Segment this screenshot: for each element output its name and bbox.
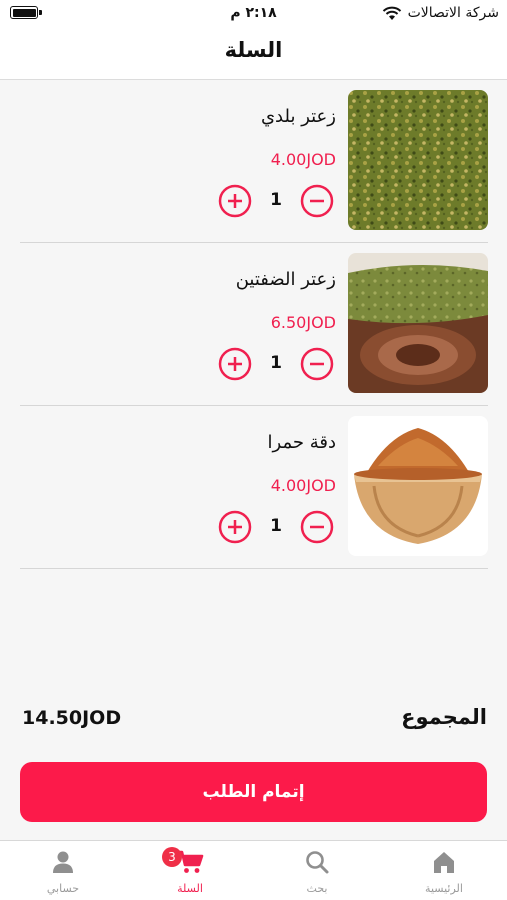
tab-label: السلة (177, 882, 203, 895)
product-image[interactable] (348, 416, 488, 556)
carrier-name: شركة الاتصالات (407, 5, 499, 21)
checkout-button[interactable]: إتمام الطلب (20, 762, 487, 822)
cart-count-badge: 3 (162, 847, 182, 867)
decrease-quantity-button[interactable] (300, 184, 334, 218)
tab-label: الرئيسية (425, 882, 463, 895)
plus-icon (218, 510, 252, 544)
quantity-value: 1 (270, 353, 282, 373)
user-icon (0, 849, 126, 875)
product-image[interactable] (348, 90, 488, 230)
increase-quantity-button[interactable] (218, 347, 252, 381)
page-header: السلة (0, 30, 507, 80)
tab-cart[interactable]: 3 السلة (127, 841, 253, 900)
search-icon (254, 849, 380, 875)
tab-account[interactable]: حسابي (0, 841, 126, 900)
minus-icon (300, 347, 334, 381)
tab-label: حسابي (46, 882, 80, 895)
total-value: 14.50JOD (22, 707, 122, 729)
plus-icon (218, 184, 252, 218)
item-price: 6.50JOD (270, 313, 336, 332)
item-name: دقة حمرا (267, 432, 336, 453)
item-name: زعتر بلدي (260, 106, 336, 127)
item-name: زعتر الضفتين (235, 269, 336, 290)
increase-quantity-button[interactable] (218, 184, 252, 218)
decrease-quantity-button[interactable] (300, 510, 334, 544)
quantity-stepper: 1 (218, 184, 334, 218)
total-label: المجموع (401, 705, 487, 729)
tab-home[interactable]: الرئيسية (381, 841, 507, 900)
cart-list: زعتر بلدي 4.00JOD 1 زعتر الضفتين 6.50JOD… (20, 80, 488, 569)
page-title: السلة (224, 38, 283, 62)
product-image[interactable] (348, 253, 488, 393)
cart-icon (127, 849, 253, 875)
quantity-stepper: 1 (218, 510, 334, 544)
plus-icon (218, 347, 252, 381)
item-price: 4.00JOD (270, 476, 336, 495)
quantity-value: 1 (270, 190, 282, 210)
cart-item: زعتر بلدي 4.00JOD 1 (20, 80, 488, 243)
quantity-value: 1 (270, 516, 282, 536)
wifi-icon (382, 6, 402, 21)
cart-item: زعتر الضفتين 6.50JOD 1 (20, 243, 488, 406)
bottom-tab-bar: الرئيسية بحث 3 السلة حسابي (0, 840, 507, 900)
increase-quantity-button[interactable] (218, 510, 252, 544)
minus-icon (300, 184, 334, 218)
item-price: 4.00JOD (270, 150, 336, 169)
status-bar: ٢:١٨ م شركة الاتصالات (0, 0, 507, 30)
home-icon (381, 849, 507, 875)
carrier-info: شركة الاتصالات (382, 5, 499, 21)
tab-label: بحث (306, 882, 328, 895)
decrease-quantity-button[interactable] (300, 347, 334, 381)
cart-item: دقة حمرا 4.00JOD 1 (20, 406, 488, 569)
minus-icon (300, 510, 334, 544)
tab-search[interactable]: بحث (254, 841, 380, 900)
quantity-stepper: 1 (218, 347, 334, 381)
